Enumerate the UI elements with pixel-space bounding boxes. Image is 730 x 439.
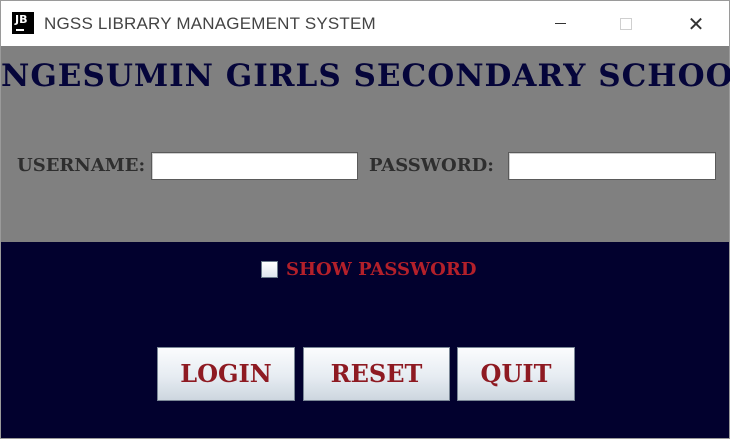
page-title: NGESUMIN GIRLS SECONDARY SCHOOL (1, 58, 730, 94)
minimize-button[interactable] (537, 1, 583, 46)
window-title: NGSS LIBRARY MANAGEMENT SYSTEM (44, 14, 376, 33)
app-icon-underline (16, 29, 24, 31)
login-window: JB NGSS LIBRARY MANAGEMENT SYSTEM ✕ NGES… (0, 0, 730, 439)
maximize-icon (620, 17, 632, 30)
app-icon-text: JB (15, 13, 28, 26)
app-logo-icon: JB (12, 12, 34, 34)
maximize-button[interactable] (603, 1, 649, 46)
show-password-checkbox[interactable] (261, 261, 278, 278)
show-password-row[interactable]: SHOW PASSWORD (261, 259, 476, 280)
password-field[interactable] (508, 152, 716, 180)
username-label: USERNAME: (17, 155, 146, 176)
password-label: PASSWORD: (369, 155, 494, 176)
actions-panel: SHOW PASSWORD LOGIN RESET QUIT (1, 242, 729, 438)
username-field[interactable] (151, 152, 358, 180)
reset-button[interactable]: RESET (303, 347, 450, 401)
quit-button[interactable]: QUIT (457, 347, 575, 401)
credentials-panel: NGESUMIN GIRLS SECONDARY SCHOOL USERNAME… (1, 46, 730, 242)
show-password-label[interactable]: SHOW PASSWORD (286, 259, 476, 280)
login-button[interactable]: LOGIN (157, 347, 295, 401)
title-bar[interactable]: JB NGSS LIBRARY MANAGEMENT SYSTEM ✕ (1, 1, 729, 46)
close-icon: ✕ (687, 11, 705, 36)
minimize-icon (554, 23, 566, 24)
close-button[interactable]: ✕ (673, 1, 719, 46)
